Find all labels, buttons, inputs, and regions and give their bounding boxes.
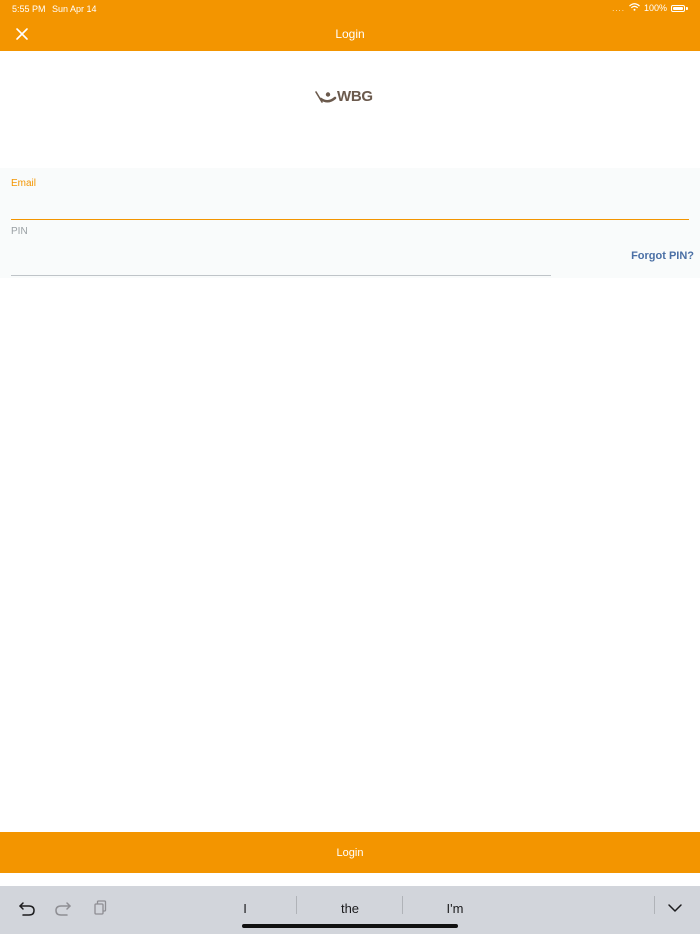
suggestion-divider xyxy=(296,896,297,914)
keyboard-divider xyxy=(654,896,655,914)
pin-label: PIN xyxy=(11,226,28,237)
suggestion-2[interactable]: the xyxy=(300,898,400,920)
status-indicators: .... 100% xyxy=(612,3,688,13)
logo-text: WBG xyxy=(337,88,373,105)
chevron-down-icon[interactable] xyxy=(665,898,685,918)
wbg-logo: WBG xyxy=(315,87,385,107)
undo-icon[interactable] xyxy=(17,898,37,918)
page-title: Login xyxy=(335,27,365,41)
paste-icon[interactable] xyxy=(91,898,111,918)
top-bar: 5:55 PM Sun Apr 14 .... 100% Login xyxy=(0,0,700,51)
status-time: 5:55 PM xyxy=(12,4,46,14)
logo-mark-icon xyxy=(315,91,337,103)
login-button[interactable]: Login xyxy=(0,832,700,873)
suggestion-divider xyxy=(402,896,403,914)
forgot-pin-link[interactable]: Forgot PIN? xyxy=(631,250,694,262)
redo-icon[interactable] xyxy=(53,898,73,918)
login-screen: 5:55 PM Sun Apr 14 .... 100% Login WBG E… xyxy=(0,0,700,934)
signal-dots: .... xyxy=(612,3,625,13)
home-indicator xyxy=(242,924,458,928)
status-date: Sun Apr 14 xyxy=(52,4,97,14)
email-field[interactable] xyxy=(11,196,689,220)
battery-percent: 100% xyxy=(643,3,667,13)
email-label: Email xyxy=(11,178,37,189)
status-bar: 5:55 PM Sun Apr 14 .... 100% xyxy=(0,0,700,16)
suggestion-3[interactable]: I'm xyxy=(405,898,505,920)
pin-field[interactable] xyxy=(11,254,551,276)
battery-icon xyxy=(671,4,685,12)
suggestion-1[interactable]: I xyxy=(195,898,295,920)
wifi-icon xyxy=(629,3,640,13)
login-form: Email PIN Forgot PIN? xyxy=(0,168,700,278)
battery-tip xyxy=(686,6,688,10)
